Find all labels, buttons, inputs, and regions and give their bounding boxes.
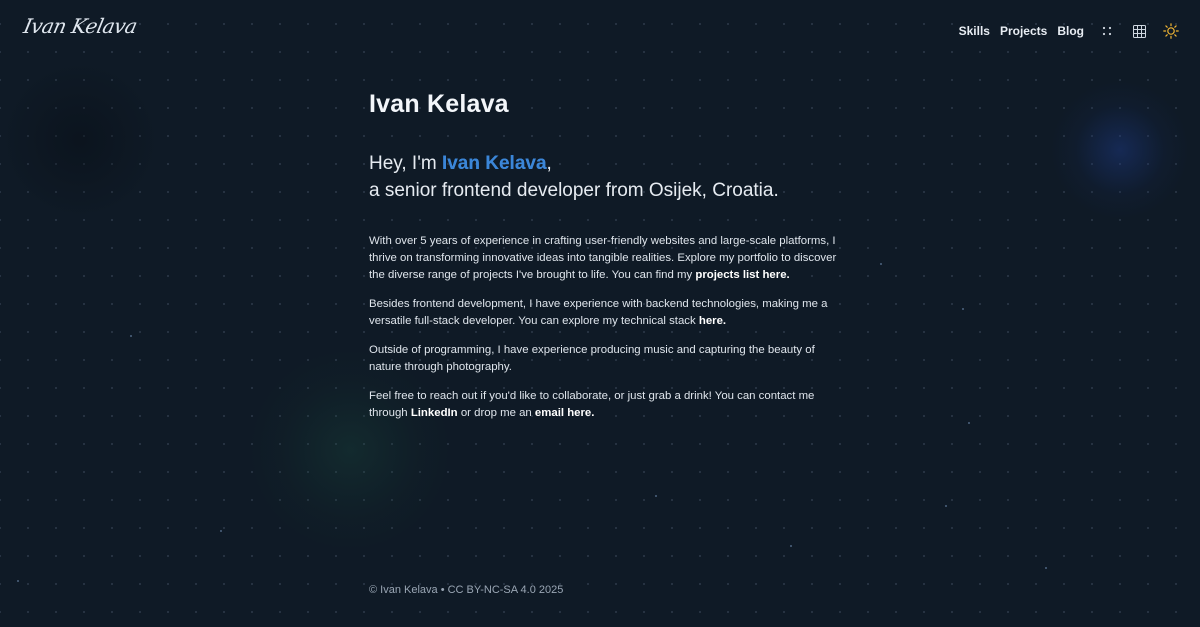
main-nav: Skills Projects Blog bbox=[959, 22, 1180, 40]
background-glow-dark bbox=[0, 60, 160, 220]
projects-list-link[interactable]: projects list here. bbox=[695, 269, 789, 281]
main-content: Ivan Kelava Hey, I'm Ivan Kelava, a seni… bbox=[369, 90, 839, 422]
paragraph-fullstack: Besides frontend development, I have exp… bbox=[369, 296, 839, 330]
footer-copyright: © Ivan Kelava • CC BY-NC-SA 4.0 2025 bbox=[369, 584, 564, 596]
intro-name-highlight: Ivan Kelava bbox=[441, 153, 547, 174]
sun-icon[interactable] bbox=[1162, 22, 1180, 40]
background-star bbox=[968, 422, 970, 424]
background-star bbox=[945, 505, 947, 507]
background-star bbox=[17, 580, 19, 582]
tech-stack-link[interactable]: here. bbox=[699, 315, 726, 327]
dots-menu-icon[interactable] bbox=[1098, 22, 1116, 40]
background-star bbox=[1045, 567, 1047, 569]
paragraph-text: or drop me an bbox=[457, 407, 535, 419]
paragraph-hobbies: Outside of programming, I have experienc… bbox=[369, 342, 839, 376]
background-star bbox=[220, 530, 222, 532]
linkedin-link[interactable]: LinkedIn bbox=[411, 407, 458, 419]
paragraph-text: Besides frontend development, I have exp… bbox=[369, 298, 828, 327]
intro-prefix: Hey, I'm bbox=[369, 153, 442, 174]
nav-link-skills[interactable]: Skills bbox=[959, 24, 990, 38]
background-star bbox=[655, 495, 657, 497]
nav-link-projects[interactable]: Projects bbox=[1000, 24, 1047, 38]
intro-heading: Hey, I'm Ivan Kelava, a senior frontend … bbox=[369, 150, 839, 204]
paragraph-experience: With over 5 years of experience in craft… bbox=[369, 233, 839, 284]
email-link[interactable]: email here. bbox=[535, 407, 595, 419]
page-title: Ivan Kelava bbox=[369, 90, 509, 118]
grid-icon[interactable] bbox=[1130, 22, 1148, 40]
logo-link[interactable]: Ivan Kelava bbox=[21, 14, 139, 38]
background-star bbox=[790, 545, 792, 547]
intro-suffix: , bbox=[546, 153, 552, 174]
intro-line2: a senior frontend developer from Osijek,… bbox=[369, 180, 779, 201]
nav-link-blog[interactable]: Blog bbox=[1057, 24, 1084, 38]
background-glow-blue bbox=[1050, 80, 1190, 220]
paragraph-contact: Feel free to reach out if you'd like to … bbox=[369, 388, 839, 422]
background-star bbox=[962, 308, 964, 310]
background-star bbox=[130, 335, 132, 337]
paragraph-text: Outside of programming, I have experienc… bbox=[369, 344, 815, 373]
background-star bbox=[880, 263, 882, 265]
